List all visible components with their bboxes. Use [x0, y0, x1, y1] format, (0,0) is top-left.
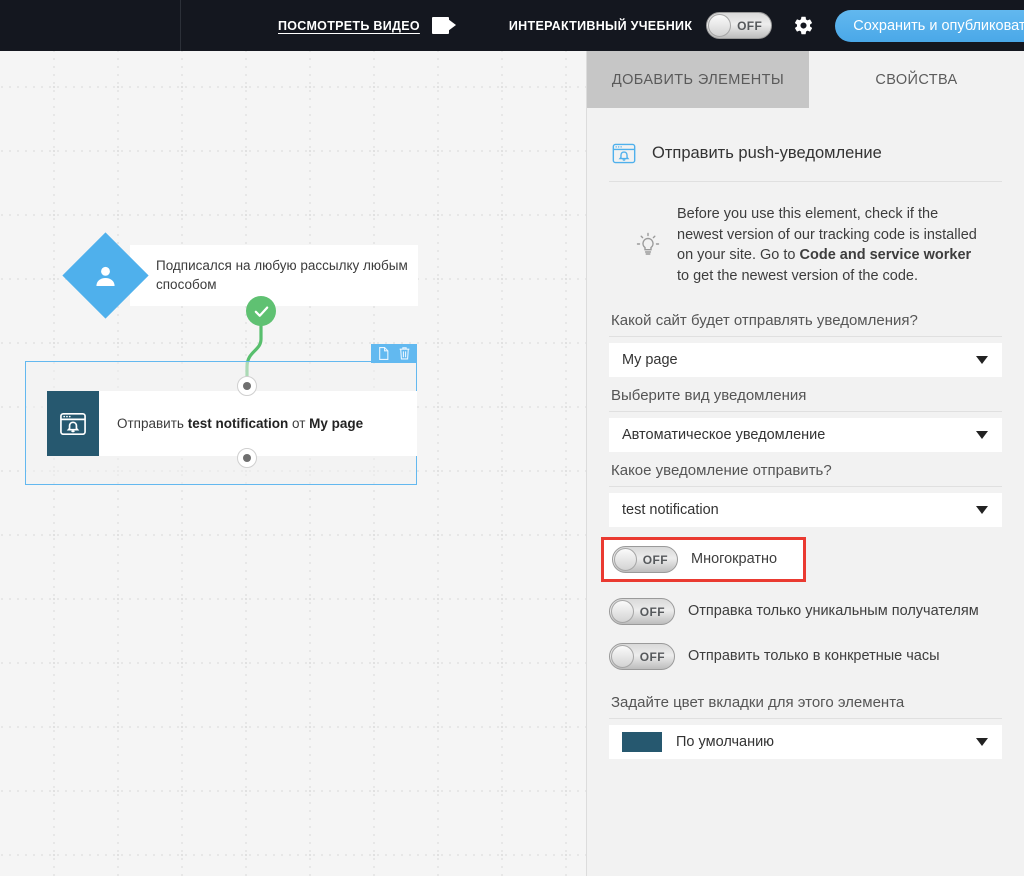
push-notification-icon — [60, 412, 86, 435]
chevron-down-icon — [976, 738, 988, 747]
field-notification: Какое уведомление отправить? test notifi… — [609, 462, 1002, 528]
push-notification-icon — [612, 143, 636, 164]
panel-tabs: ДОБАВИТЬ ЭЛЕМЕНТЫ СВОЙСТВА — [587, 51, 1024, 108]
hint-text-part2: to get the newest version of the code. — [677, 267, 919, 284]
site-select[interactable]: My page — [609, 343, 1002, 378]
site-select-value: My page — [622, 352, 678, 369]
field-notification-label: Какое уведомление отправить? — [609, 462, 1002, 488]
trigger-node-label: Подписался на любую рассылку любым спосо… — [156, 257, 408, 292]
panel-body: Отправить push-уведомление Before you us… — [587, 108, 1024, 760]
trigger-node[interactable]: Подписался на любую рассылку любым спосо… — [130, 245, 418, 306]
save-and-publish-label: Сохранить и опубликовать — [853, 17, 1024, 34]
action-node-toolbar — [371, 344, 417, 363]
chevron-down-icon — [976, 431, 988, 440]
video-camera-icon[interactable] — [431, 17, 456, 34]
switch-repeat-row: OFF Многократно — [601, 537, 806, 583]
gear-icon[interactable] — [792, 15, 814, 37]
app-root: ПОСМОТРЕТЬ ВИДЕО ИНТЕРАКТИВНЫЙ УЧЕБНИК O… — [0, 0, 1024, 876]
switch-specific-hours-row: OFF Отправить только в конкретные часы — [609, 641, 1002, 672]
switch-repeat-label: Многократно — [691, 551, 778, 568]
workflow-canvas[interactable]: Подписался на любую рассылку любым спосо… — [0, 51, 586, 876]
tracking-code-hint-text: Before you use this element, check if th… — [677, 204, 984, 286]
tab-properties[interactable]: СВОЙСТВА — [809, 51, 1024, 108]
field-site: Какой сайт будет отправлять уведомления?… — [609, 312, 1002, 378]
toggle-state-label: OFF — [737, 18, 763, 33]
toggle-knob — [611, 600, 634, 624]
trash-icon[interactable] — [398, 346, 411, 361]
switch-specific-hours-label: Отправить только в конкретные часы — [688, 648, 940, 665]
notification-select-value: test notification — [622, 502, 719, 519]
check-circle-icon — [254, 305, 268, 317]
switch-specific-hours-state: OFF — [639, 649, 665, 664]
notification-type-value: Автоматическое уведомление — [622, 427, 826, 444]
notification-type-select[interactable]: Автоматическое уведомление — [609, 418, 1002, 453]
panel-header: Отправить push-уведомление — [609, 108, 1002, 182]
connector-port-in[interactable] — [237, 376, 257, 396]
tab-add-elements[interactable]: ДОБАВИТЬ ЭЛЕМЕНТЫ — [587, 51, 809, 108]
tracking-code-hint: Before you use this element, check if th… — [609, 182, 1002, 302]
tab-color-select[interactable]: По умолчанию — [609, 725, 1002, 760]
field-tab-color: Задайте цвет вкладки для этого элемента … — [609, 694, 1002, 760]
hint-bold-link: Code and service worker — [799, 247, 972, 264]
top-bar-actions: ПОСМОТРЕТЬ ВИДЕО ИНТЕРАКТИВНЫЙ УЧЕБНИК O… — [181, 0, 1024, 51]
properties-panel: ДОБАВИТЬ ЭЛЕМЕНТЫ СВОЙСТВА Отправить pus… — [586, 51, 1024, 876]
panel-title: Отправить push-уведомление — [652, 144, 882, 162]
tab-color-value: По умолчанию — [676, 734, 775, 751]
toggle-knob — [611, 645, 634, 669]
switch-repeat-state: OFF — [642, 552, 668, 567]
switch-repeat-toggle[interactable]: OFF — [612, 546, 678, 574]
person-icon — [96, 266, 115, 286]
watch-video-link[interactable]: ПОСМОТРЕТЬ ВИДЕО — [278, 19, 420, 33]
switch-unique-recipients-state: OFF — [639, 604, 665, 619]
field-notification-type: Выберите вид уведомления Автоматическое … — [609, 387, 1002, 453]
chevron-down-icon — [976, 506, 988, 515]
interactive-tutorial-label: ИНТЕРАКТИВНЫЙ УЧЕБНИК — [508, 18, 693, 33]
action-node-icon-box — [47, 391, 99, 456]
lightbulb-icon — [635, 204, 661, 264]
connector-status-badge — [246, 296, 276, 326]
toggle-knob — [614, 548, 637, 572]
chevron-down-icon — [976, 356, 988, 365]
interactive-tutorial-toggle[interactable]: OFF — [706, 12, 773, 39]
action-text-middle: от — [291, 416, 306, 431]
connector-port-out[interactable] — [237, 448, 257, 468]
action-text-site: My page — [309, 416, 364, 431]
switch-specific-hours-toggle[interactable]: OFF — [609, 643, 675, 671]
field-notification-type-label: Выберите вид уведомления — [609, 387, 1002, 413]
toggle-knob — [708, 14, 732, 37]
action-text-notification: test notification — [187, 416, 289, 431]
notification-select[interactable]: test notification — [609, 493, 1002, 528]
duplicate-icon[interactable] — [377, 346, 390, 361]
top-bar-left-pane — [0, 0, 181, 51]
save-and-publish-button[interactable]: Сохранить и опубликовать — [835, 9, 1024, 42]
field-site-label: Какой сайт будет отправлять уведомления? — [609, 312, 1002, 338]
tab-color-swatch — [622, 732, 662, 753]
top-bar: ПОСМОТРЕТЬ ВИДЕО ИНТЕРАКТИВНЫЙ УЧЕБНИК O… — [0, 0, 1024, 51]
action-node-label: Отправить test notification от My page — [99, 391, 363, 456]
action-node[interactable]: Отправить test notification от My page — [47, 391, 417, 456]
switch-unique-recipients-toggle[interactable]: OFF — [609, 598, 675, 626]
switch-unique-recipients-label: Отправка только уникальным получателям — [688, 603, 979, 620]
switch-unique-recipients-row: OFF Отправка только уникальным получател… — [609, 596, 1002, 627]
action-text-prefix: Отправить — [117, 416, 184, 431]
field-tab-color-label: Задайте цвет вкладки для этого элемента — [609, 694, 1002, 720]
